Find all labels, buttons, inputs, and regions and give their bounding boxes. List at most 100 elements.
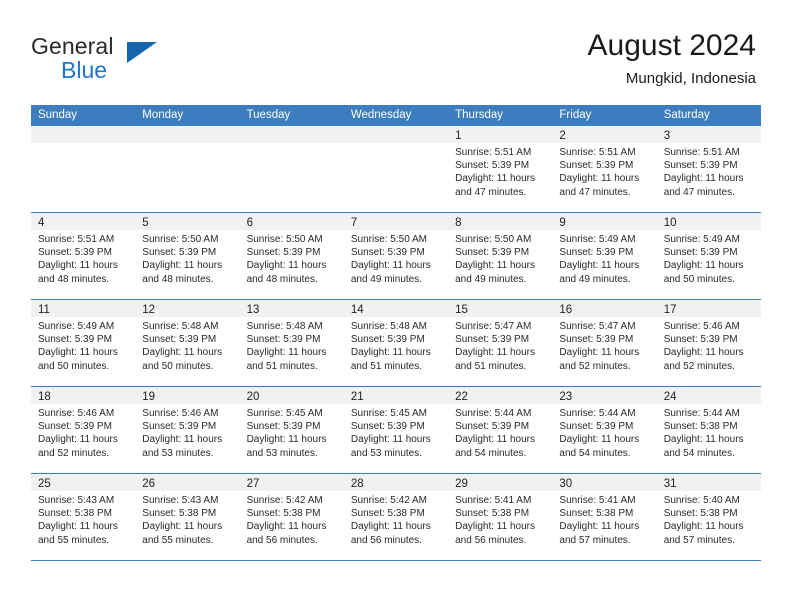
- day-detail-line: Sunrise: 5:49 AM: [663, 234, 740, 245]
- day-detail-lines: Sunrise: 5:40 AM Sunset: 5:38 PM Daylight:…: [657, 491, 761, 547]
- day-detail-line: Sunset: 5:39 PM: [246, 421, 321, 433]
- day-number: 3: [663, 130, 671, 142]
- day-detail-line: and 56 minutes.: [350, 534, 423, 546]
- day-detail-line: Daylight: 11 hours: [246, 521, 327, 533]
- calendar-day-cell[interactable]: 4 Sunrise: 5:51 AM Sunset: 5:39 PM Daylight…: [31, 213, 136, 299]
- calendar-day-cell[interactable]: 9 Sunrise: 5:49 AM Sunset: 5:39 PM Daylight…: [552, 213, 657, 299]
- day-detail-line: Sunset: 5:38 PM: [38, 508, 112, 520]
- day-number: 11: [38, 304, 50, 316]
- calendar-cell-empty: [239, 126, 344, 212]
- day-number-band: 17: [656, 300, 761, 317]
- day-detail-lines: Sunrise: 5:42 AM Sunset: 5:38 PM Daylight:…: [344, 491, 448, 547]
- day-number-band: 26: [135, 474, 240, 491]
- day-detail-line: Daylight: 11 hours: [142, 347, 223, 359]
- day-detail-line: and 50 minutes.: [142, 360, 214, 372]
- day-detail-line: Daylight: 11 hours: [350, 521, 431, 533]
- calendar-day-cell[interactable]: 21 Sunrise: 5:45 AM Sunset: 5:39 PM Dayligh…: [343, 387, 449, 473]
- day-detail-lines: Sunrise: 5:47 AM Sunset: 5:39 PM Daylight:…: [448, 317, 552, 373]
- day-number-band: 31: [656, 474, 761, 491]
- page-title: August 2024: [587, 29, 756, 62]
- day-number-band: 21: [343, 387, 449, 404]
- day-detail-line: Sunrise: 5:47 AM: [455, 321, 532, 332]
- day-number-band: 20: [239, 387, 344, 404]
- calendar-day-cell[interactable]: 2 Sunrise: 5:51 AM Sunset: 5:39 PM Daylight…: [552, 126, 657, 212]
- calendar-day-cell[interactable]: 14 Sunrise: 5:48 AM Sunset: 5:39 PM Dayligh…: [343, 300, 449, 386]
- page-header: General Blue August 2024 Mungkid, Indone…: [0, 0, 792, 103]
- day-detail-line: Sunset: 5:39 PM: [350, 247, 425, 259]
- day-detail-lines: Sunrise: 5:45 AM Sunset: 5:39 PM Daylight:…: [240, 404, 344, 460]
- calendar-day-cell[interactable]: 19 Sunrise: 5:46 AM Sunset: 5:39 PM Dayligh…: [135, 387, 240, 473]
- calendar-day-cell[interactable]: 25 Sunrise: 5:43 AM Sunset: 5:38 PM Dayligh…: [31, 474, 136, 560]
- calendar-day-cell[interactable]: 5 Sunrise: 5:50 AM Sunset: 5:39 PM Daylight…: [135, 213, 240, 299]
- day-detail-line: Sunrise: 5:47 AM: [559, 321, 636, 332]
- weekday-header-saturday: Saturday: [663, 109, 710, 121]
- day-detail-lines: Sunrise: 5:48 AM Sunset: 5:39 PM Daylight:…: [135, 317, 239, 373]
- calendar-day-cell[interactable]: 13 Sunrise: 5:48 AM Sunset: 5:39 PM Dayligh…: [239, 300, 344, 386]
- day-detail-line: Sunset: 5:38 PM: [246, 508, 321, 520]
- day-detail-line: Sunset: 5:39 PM: [38, 247, 112, 259]
- calendar-day-cell[interactable]: 1 Sunrise: 5:51 AM Sunset: 5:39 PM Daylight…: [448, 126, 553, 212]
- day-detail-line: Daylight: 11 hours: [455, 434, 535, 446]
- day-number-band: 18: [31, 387, 136, 404]
- day-detail-line: Sunrise: 5:44 AM: [455, 408, 532, 419]
- day-number-band: 14: [343, 300, 449, 317]
- calendar-day-cell[interactable]: 18 Sunrise: 5:46 AM Sunset: 5:39 PM Dayligh…: [31, 387, 136, 473]
- day-detail-line: Sunset: 5:38 PM: [350, 508, 425, 520]
- calendar-day-cell[interactable]: 15 Sunrise: 5:47 AM Sunset: 5:39 PM Dayligh…: [448, 300, 553, 386]
- day-detail-lines: Sunrise: 5:47 AM Sunset: 5:39 PM Daylight:…: [552, 317, 656, 373]
- day-number: 28: [350, 478, 364, 490]
- calendar-day-cell[interactable]: 17 Sunrise: 5:46 AM Sunset: 5:39 PM Dayligh…: [656, 300, 761, 386]
- day-detail-lines: Sunrise: 5:44 AM Sunset: 5:39 PM Daylight:…: [552, 404, 656, 460]
- day-number: 25: [38, 478, 51, 490]
- day-detail-line: Sunrise: 5:42 AM: [246, 495, 323, 506]
- day-number: 16: [559, 304, 573, 316]
- calendar-day-cell[interactable]: 30 Sunrise: 5:41 AM Sunset: 5:38 PM Dayligh…: [552, 474, 657, 560]
- page-subtitle: Mungkid, Indonesia: [625, 70, 756, 87]
- calendar-day-cell[interactable]: 7 Sunrise: 5:50 AM Sunset: 5:39 PM Daylight…: [343, 213, 449, 299]
- day-detail-line: and 47 minutes.: [663, 186, 735, 198]
- calendar-day-cell[interactable]: 11 Sunrise: 5:49 AM Sunset: 5:39 PM Dayligh…: [31, 300, 136, 386]
- calendar-day-cell[interactable]: 26 Sunrise: 5:43 AM Sunset: 5:38 PM Dayligh…: [135, 474, 240, 560]
- day-number-band: [135, 126, 240, 143]
- day-number: 15: [455, 304, 468, 316]
- calendar-day-cell[interactable]: 31 Sunrise: 5:40 AM Sunset: 5:38 PM Dayligh…: [656, 474, 761, 560]
- day-detail-line: Sunset: 5:38 PM: [663, 421, 738, 433]
- calendar-day-cell[interactable]: 8 Sunrise: 5:50 AM Sunset: 5:39 PM Daylight…: [448, 213, 553, 299]
- day-detail-line: Daylight: 11 hours: [142, 521, 223, 533]
- calendar-day-cell[interactable]: 23 Sunrise: 5:44 AM Sunset: 5:39 PM Dayligh…: [552, 387, 657, 473]
- calendar-day-cell[interactable]: 29 Sunrise: 5:41 AM Sunset: 5:38 PM Dayligh…: [448, 474, 553, 560]
- calendar-day-cell[interactable]: 12 Sunrise: 5:48 AM Sunset: 5:39 PM Dayligh…: [135, 300, 240, 386]
- day-detail-lines: Sunrise: 5:43 AM Sunset: 5:38 PM Daylight:…: [31, 491, 135, 547]
- calendar-cell-empty: [343, 126, 449, 212]
- calendar-day-cell[interactable]: 22 Sunrise: 5:44 AM Sunset: 5:39 PM Dayligh…: [448, 387, 553, 473]
- day-number: 19: [142, 391, 156, 403]
- calendar-day-cell[interactable]: 16 Sunrise: 5:47 AM Sunset: 5:39 PM Dayligh…: [552, 300, 657, 386]
- day-detail-lines: Sunrise: 5:49 AM Sunset: 5:39 PM Daylight:…: [552, 230, 656, 286]
- calendar-day-cell[interactable]: 3 Sunrise: 5:51 AM Sunset: 5:39 PM Daylight…: [656, 126, 761, 212]
- day-detail-line: and 49 minutes.: [455, 273, 527, 285]
- calendar-day-cell[interactable]: 10 Sunrise: 5:49 AM Sunset: 5:39 PM Dayligh…: [656, 213, 761, 299]
- day-detail-line: Sunset: 5:38 PM: [559, 508, 634, 520]
- calendar-week-row: 11 Sunrise: 5:49 AM Sunset: 5:39 PM Dayligh…: [31, 300, 761, 387]
- day-number: 10: [663, 217, 677, 229]
- day-detail-line: Sunrise: 5:44 AM: [559, 408, 636, 419]
- day-detail-lines: Sunrise: 5:46 AM Sunset: 5:39 PM Daylight:…: [657, 317, 761, 373]
- day-detail-line: Daylight: 11 hours: [455, 347, 535, 359]
- calendar-day-cell[interactable]: 27 Sunrise: 5:42 AM Sunset: 5:38 PM Dayligh…: [239, 474, 344, 560]
- day-detail-lines: Sunrise: 5:48 AM Sunset: 5:39 PM Daylight:…: [240, 317, 344, 373]
- day-number: 29: [455, 478, 468, 490]
- generalblue-logo[interactable]: General Blue: [31, 33, 211, 88]
- calendar-cell-empty: [135, 126, 240, 212]
- day-detail-line: Sunrise: 5:40 AM: [663, 495, 740, 506]
- calendar-day-cell[interactable]: 24 Sunrise: 5:44 AM Sunset: 5:38 PM Dayligh…: [656, 387, 761, 473]
- day-detail-line: Sunrise: 5:50 AM: [350, 234, 427, 245]
- calendar-day-cell[interactable]: 20 Sunrise: 5:45 AM Sunset: 5:39 PM Dayligh…: [239, 387, 344, 473]
- calendar-day-cell[interactable]: 6 Sunrise: 5:50 AM Sunset: 5:39 PM Daylight…: [239, 213, 344, 299]
- day-detail-line: Sunrise: 5:41 AM: [455, 495, 532, 506]
- day-detail-lines: Sunrise: 5:50 AM Sunset: 5:39 PM Daylight:…: [344, 230, 448, 286]
- day-detail-line: Sunset: 5:39 PM: [663, 247, 738, 259]
- calendar-day-cell[interactable]: 28 Sunrise: 5:42 AM Sunset: 5:38 PM Dayligh…: [343, 474, 449, 560]
- day-number-band: 8: [448, 213, 553, 230]
- calendar-week-row: 18 Sunrise: 5:46 AM Sunset: 5:39 PM Dayligh…: [31, 387, 761, 474]
- day-detail-line: and 56 minutes.: [246, 534, 318, 546]
